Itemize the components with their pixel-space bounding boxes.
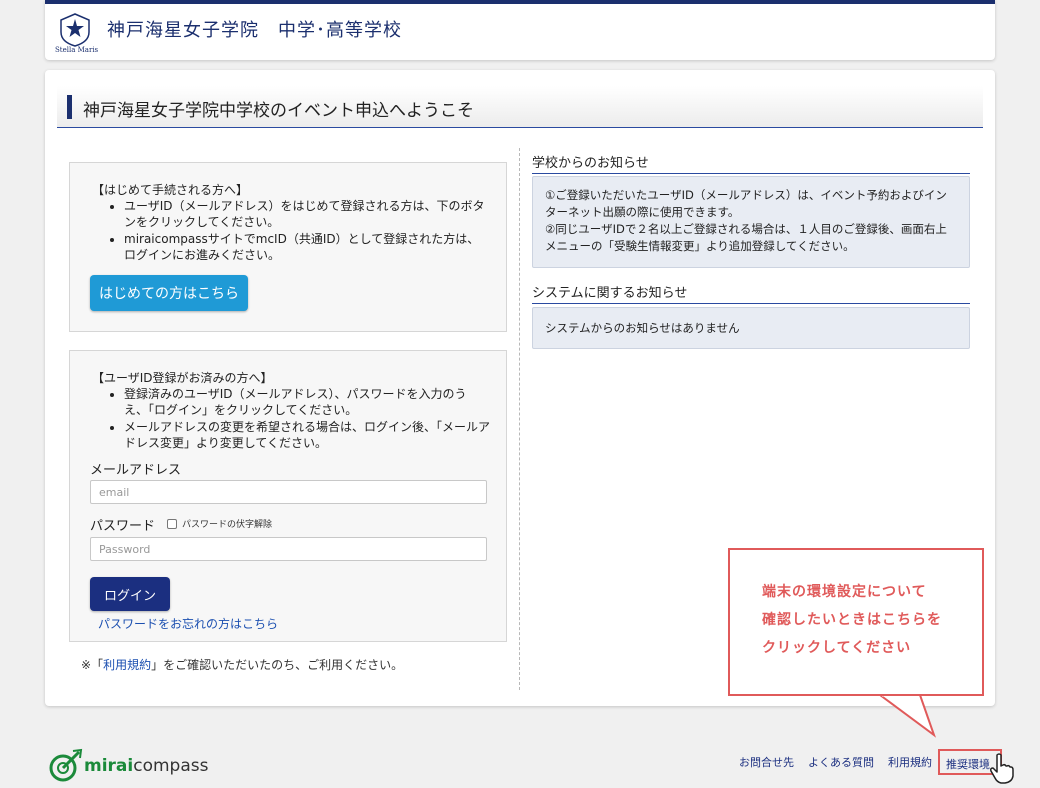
password-label: パスワード bbox=[90, 519, 156, 534]
brand-bold: mirai bbox=[84, 756, 134, 776]
title-accent bbox=[67, 95, 72, 119]
page-title-bar: 神戸海星女子学院中学校のイベント申込へようこそ bbox=[57, 86, 983, 128]
school-name: 神戸海星女子学院 中学･高等学校 bbox=[107, 20, 402, 41]
system-notice-text: システムからのお知らせはありません bbox=[545, 321, 740, 335]
show-password-label: パスワードの伏字解除 bbox=[182, 520, 273, 530]
recommended-env-callout: 端末の環境設定について 確認したいときはこちらを クリックしてください bbox=[728, 548, 984, 696]
login-notes: 登録済みのユーザID（メールアドレス）、パスワードを入力のうえ、「ログイン」をク… bbox=[90, 385, 490, 451]
email-input[interactable] bbox=[90, 480, 487, 504]
school-notices-box: ①ご登録いただいたユーザID（メールアドレス）は、イベント予約およびインターネッ… bbox=[532, 176, 970, 268]
logo-subtitle: Stella Maris bbox=[55, 46, 99, 54]
system-notices-title: システムに関するお知らせ bbox=[532, 282, 970, 304]
site-header: Stella Maris 神戸海星女子学院 中学･高等学校 bbox=[45, 0, 995, 60]
callout-line: クリックしてください bbox=[762, 640, 912, 656]
school-notice-line: ①ご登録いただいたユーザID（メールアドレス）は、イベント予約およびインターネッ… bbox=[545, 188, 947, 219]
password-input[interactable] bbox=[90, 537, 487, 561]
brand-rest: compass bbox=[133, 756, 209, 776]
school-emblem-icon bbox=[60, 13, 90, 47]
callout-text: 端末の環境設定について 確認したいときはこちらを クリックしてください bbox=[762, 578, 942, 662]
miraicompass-logo-icon bbox=[49, 748, 83, 782]
callout-line: 端末の環境設定について bbox=[762, 584, 927, 600]
email-label: メールアドレス bbox=[90, 463, 182, 478]
login-button[interactable]: ログイン bbox=[90, 577, 170, 611]
login-heading: 【ユーザID登録がお済みの方へ】 bbox=[92, 371, 273, 385]
list-item: miraicompassサイトでmcID（共通ID）として登録された方は、ログイ… bbox=[124, 231, 490, 263]
callout-line: 確認したいときはこちらを bbox=[762, 612, 942, 628]
first-time-heading: 【はじめて手続される方へ】 bbox=[92, 183, 249, 197]
terms-prefix: ※「 bbox=[81, 658, 104, 672]
show-password-checkbox[interactable] bbox=[167, 518, 177, 529]
terms-suffix: 」をご確認いただいたのち、ご利用ください。 bbox=[151, 658, 404, 672]
show-password-toggle[interactable]: パスワードの伏字解除 bbox=[167, 517, 272, 530]
terms-link[interactable]: 利用規約 bbox=[103, 658, 151, 672]
site-footer: miraicompass お問合せ先 よくある質問 利用規約 bbox=[0, 738, 1040, 788]
first-time-button[interactable]: はじめての方はこちら bbox=[90, 275, 248, 311]
list-item: メールアドレスの変更を希望される場合は、ログイン後、「メールアドレス変更」より変… bbox=[124, 419, 490, 451]
login-box: 【ユーザID登録がお済みの方へ】 登録済みのユーザID（メールアドレス）、パスワ… bbox=[69, 350, 507, 642]
page-title: 神戸海星女子学院中学校のイベント申込へようこそ bbox=[83, 101, 474, 121]
list-item: ユーザID（メールアドレス）をはじめて登録される方は、下のボタンをクリックしてく… bbox=[124, 198, 490, 230]
school-notice-line: ②同じユーザIDで２名以上ご登録される場合は、１人目のご登録後、画面右上メニュー… bbox=[545, 222, 947, 253]
footer-link-faq[interactable]: よくある質問 bbox=[808, 754, 874, 770]
pointer-hand-icon bbox=[990, 753, 1014, 784]
first-time-box: 【はじめて手続される方へ】 ユーザID（メールアドレス）をはじめて登録される方は… bbox=[69, 162, 507, 332]
footer-brand: miraicompass bbox=[84, 756, 208, 776]
school-notices-title: 学校からのお知らせ bbox=[532, 152, 970, 174]
column-divider bbox=[519, 148, 520, 690]
forgot-password-link[interactable]: パスワードをお忘れの方はこちら bbox=[98, 615, 278, 632]
terms-notice: ※「利用規約」をご確認いただいたのち、ご利用ください。 bbox=[81, 656, 403, 673]
list-item: 登録済みのユーザID（メールアドレス）、パスワードを入力のうえ、「ログイン」をク… bbox=[124, 386, 490, 418]
footer-link-terms[interactable]: 利用規約 bbox=[888, 754, 932, 770]
first-time-notes: ユーザID（メールアドレス）をはじめて登録される方は、下のボタンをクリックしてく… bbox=[90, 197, 490, 263]
footer-link-contact[interactable]: お問合せ先 bbox=[739, 754, 794, 770]
system-notices-box: システムからのお知らせはありません bbox=[532, 307, 970, 349]
